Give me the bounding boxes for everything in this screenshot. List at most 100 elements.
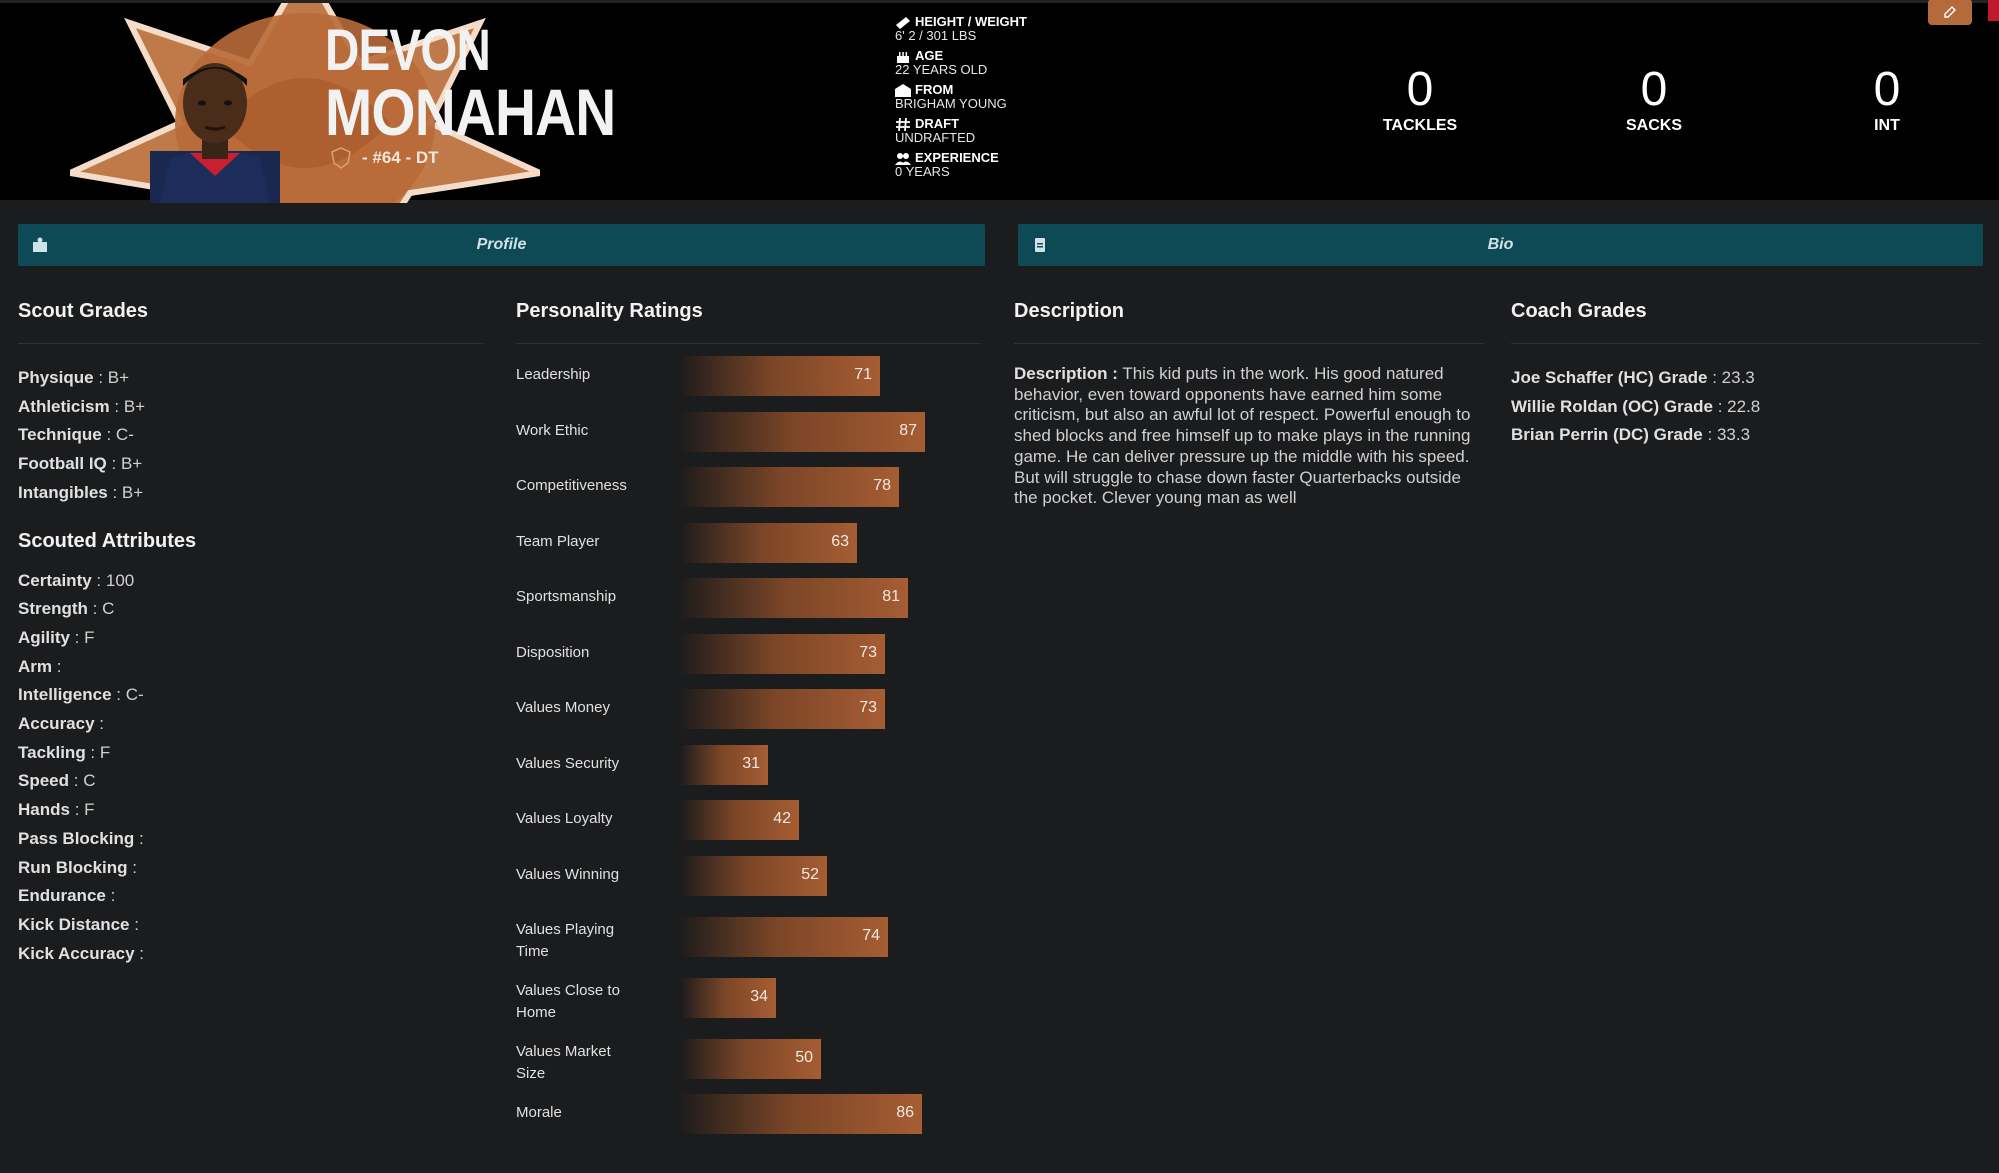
item-value: 100	[105, 570, 135, 590]
info-label-text: HEIGHT / WEIGHT	[915, 14, 1027, 29]
rating-value: 42	[773, 810, 791, 827]
rating-value: 31	[742, 754, 760, 772]
rating-bar: 81	[681, 578, 908, 618]
item-label: Certainty	[18, 570, 92, 590]
school-icon	[895, 83, 911, 97]
coach-grades-column: Coach Grades Joe Schaffer (HC) Grade : 2…	[1511, 300, 1981, 450]
item-label: Run Blocking	[18, 857, 128, 877]
player-header: DEVON MONAHAN - #64 - DT HEIGHT / WEIGHT…	[0, 0, 1999, 203]
item-value: F	[84, 627, 95, 647]
description-label: Description :	[1014, 364, 1118, 383]
item-label: Intangibles	[18, 482, 108, 502]
description-title: Description	[1014, 300, 1484, 344]
tab-bio[interactable]: Bio	[1018, 224, 1983, 266]
ruler-icon	[896, 16, 910, 29]
info-value-text: BRIGHAM YOUNG	[895, 96, 1007, 111]
info-from: FROM BRIGHAM YOUNG	[895, 83, 1095, 111]
rating-bar-track: 42	[681, 800, 961, 840]
rating-value: 63	[831, 532, 849, 550]
info-value-text: 22 YEARS OLD	[895, 62, 988, 77]
list-item: Technique : C-	[18, 425, 134, 445]
rating-value: 78	[873, 477, 891, 494]
item-value: 22.8	[1727, 396, 1761, 416]
rating-value: 71	[854, 366, 872, 383]
stat-label: INT	[1874, 117, 1900, 134]
rating-bar: 87	[681, 411, 925, 452]
rating-label: Disposition	[516, 643, 590, 661]
info-label-text: FROM	[915, 82, 954, 97]
stat-value: 0	[1406, 63, 1434, 116]
close-tab[interactable]	[1988, 0, 1999, 21]
rating-value: 87	[899, 421, 917, 439]
item-value: B+	[121, 482, 144, 502]
description-text: This kid puts in the work. His good natu…	[1014, 364, 1471, 508]
info-label-text: DRAFT	[915, 116, 960, 131]
document-icon	[1035, 238, 1045, 252]
scout-grades-column: Scout Grades Physique : B+ Athleticism : …	[18, 300, 483, 968]
rating-bar-track: 81	[681, 578, 961, 618]
item-label: Arm	[18, 656, 53, 676]
scout-grades-list: Physique : B+ Athleticism : B+ Technique :…	[18, 364, 483, 508]
rating-label: Team Player	[516, 532, 600, 550]
rating-bar: 73	[681, 689, 885, 729]
list-item: Speed : C	[18, 771, 96, 791]
rating-bar: 71	[681, 356, 880, 396]
list-item: Accuracy :	[18, 714, 105, 734]
list-item: Pass Blocking :	[18, 828, 144, 848]
item-value: C-	[125, 685, 144, 705]
info-draft: DRAFT UNDRAFTED	[895, 117, 1095, 145]
stat-sacks: 0 SACKS	[1594, 65, 1714, 135]
item-value: C-	[115, 425, 134, 445]
rating-label: Values Winning	[516, 865, 620, 883]
rating-label: Values Close to Home	[516, 982, 620, 1021]
birthday-cake-icon	[897, 51, 909, 63]
rating-value: 34	[750, 988, 768, 1005]
tab-profile[interactable]: Profile	[18, 224, 985, 266]
description-body: Description : This kid puts in the work.…	[1014, 364, 1484, 509]
rating-value: 74	[862, 927, 880, 944]
item-label: Technique	[18, 425, 102, 445]
stat-tackles: 0 TACKLES	[1360, 65, 1480, 135]
rating-bar: 86	[681, 1094, 922, 1134]
rating-label: Values Money	[516, 699, 610, 716]
item-label: Athleticism	[18, 396, 110, 416]
list-item: Strength : C	[18, 599, 115, 619]
item-value: C	[83, 771, 96, 791]
player-avatar	[150, 63, 280, 203]
info-value-text: UNDRAFTED	[895, 130, 976, 145]
list-item: Run Blocking :	[18, 857, 138, 877]
edit-button[interactable]	[1928, 0, 1972, 25]
info-age: AGE 22 YEARS OLD	[895, 49, 1095, 77]
rating-bar: 74	[681, 917, 888, 957]
scouted-attributes-list: Certainty : 100 Strength : C Agility : F Ar…	[18, 567, 483, 969]
rating-bar-track: 86	[681, 1094, 961, 1134]
item-label: Intelligence	[18, 685, 112, 705]
rating-bar: 78	[681, 467, 899, 507]
rating-bar-track: 87	[681, 411, 961, 452]
rating-bar: 34	[681, 978, 776, 1018]
item-label: Endurance	[18, 886, 106, 906]
item-label: Kick Distance	[18, 914, 130, 934]
rating-label: Work Ethic	[516, 421, 589, 439]
item-label: Joe Schaffer (HC) Grade	[1511, 368, 1708, 387]
list-item: Certainty : 100	[18, 570, 135, 590]
info-value-text: 0 YEARS	[895, 164, 950, 179]
id-card-icon	[33, 237, 47, 252]
stat-value: 0	[1640, 63, 1668, 116]
coach-grades-list: Joe Schaffer (HC) Grade : 23.3 Willie Rol…	[1511, 364, 1981, 450]
list-item: Hands : F	[18, 800, 95, 820]
rating-bar: 50	[681, 1039, 821, 1079]
item-label: Pass Blocking	[18, 828, 135, 848]
item-value: F	[99, 742, 111, 762]
info-label-text: EXPERIENCE	[915, 150, 999, 165]
list-item: Endurance :	[18, 886, 116, 906]
rating-bar-track: 34	[681, 978, 961, 1018]
player-first-name: DEVON	[325, 18, 491, 83]
personality-column: Personality Ratings Leadership 71 Work Eth…	[516, 300, 981, 1173]
coach-grades-title: Coach Grades	[1511, 300, 1981, 344]
rating-label: Values Market Size	[516, 1043, 611, 1082]
list-item: Intangibles : B+	[18, 482, 144, 502]
item-value: 33.3	[1716, 425, 1751, 445]
list-item: Willie Roldan (OC) Grade : 22.8	[1511, 396, 1761, 416]
edit-icon	[1944, 6, 1956, 18]
